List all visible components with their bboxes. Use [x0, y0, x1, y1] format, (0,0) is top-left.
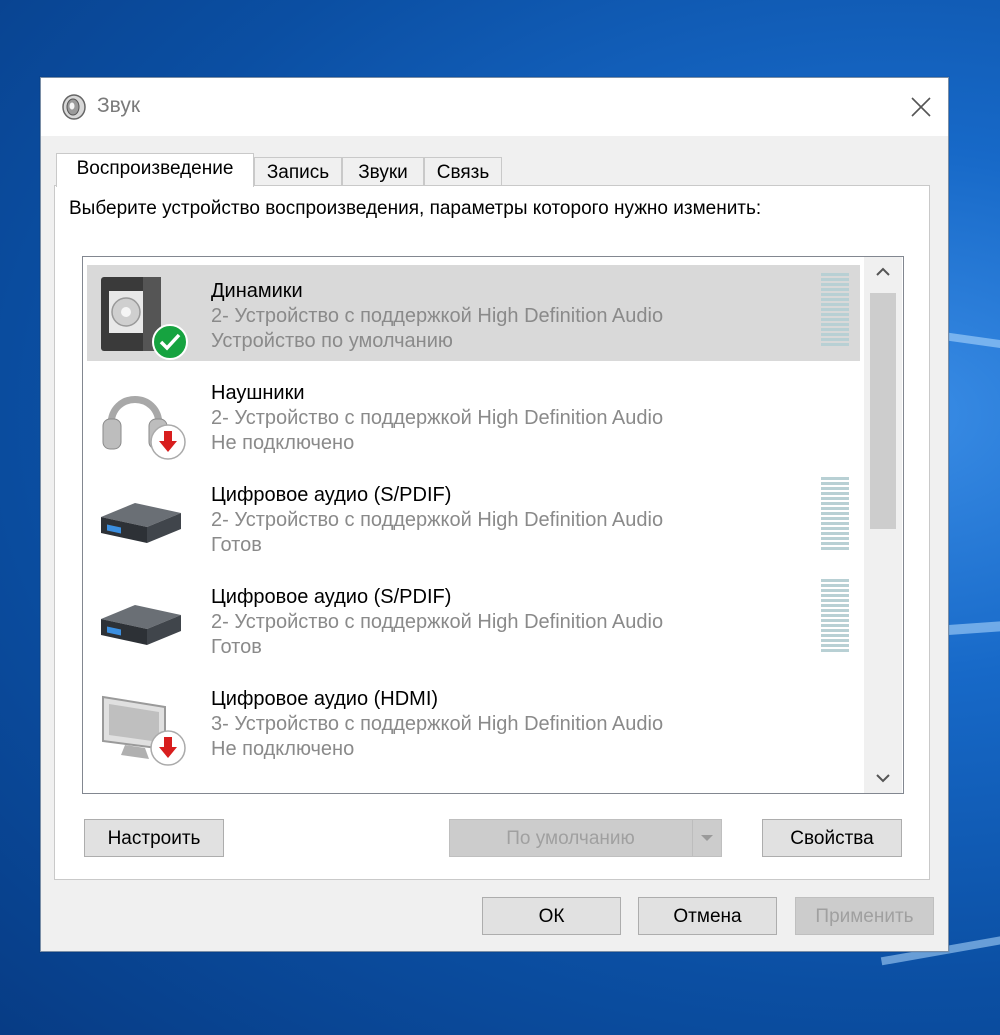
cancel-button[interactable]: Отмена [638, 897, 777, 935]
apply-button[interactable]: Применить [795, 897, 934, 935]
device-name: Цифровое аудио (S/PDIF) [211, 586, 452, 608]
speaker-app-icon [62, 94, 86, 120]
window-title: Звук [97, 94, 141, 117]
device-name: Наушники [211, 382, 305, 404]
disconnected-arrow-icon [150, 730, 186, 766]
tab-sounds[interactable]: Звуки [342, 157, 424, 185]
close-icon[interactable] [902, 88, 940, 126]
device-list[interactable]: Динамики 2- Устройство с поддержкой High… [82, 256, 904, 794]
vertical-scrollbar[interactable] [864, 257, 902, 793]
receiver-icon [101, 503, 181, 543]
device-item[interactable]: Цифровое аудио (S/PDIF) 2- Устройство с … [87, 469, 860, 565]
configure-button[interactable]: Настроить [84, 819, 224, 857]
scroll-down-icon[interactable] [864, 763, 902, 793]
title-bar[interactable]: Звук [41, 78, 948, 136]
device-status: Готов [211, 534, 262, 556]
set-default-label: По умолчанию [506, 828, 635, 849]
dropdown-arrow-icon[interactable] [692, 820, 721, 856]
sound-dialog: Звук Воспроизведение Запись Звуки Связь … [40, 77, 949, 952]
tab-communications[interactable]: Связь [424, 157, 502, 185]
ok-button[interactable]: ОК [482, 897, 621, 935]
device-description: 2- Устройство с поддержкой High Definiti… [211, 611, 664, 633]
device-status: Не подключено [211, 738, 355, 760]
device-description: 2- Устройство с поддержкой High Definiti… [211, 305, 664, 327]
device-item[interactable]: Динамики 2- Устройство с поддержкой High… [87, 265, 860, 361]
device-status: Устройство по умолчанию [211, 330, 453, 352]
default-check-icon [152, 324, 188, 360]
properties-button[interactable]: Свойства [762, 819, 902, 857]
tab-recording[interactable]: Запись [254, 157, 342, 185]
device-description: 2- Устройство с поддержкой High Definiti… [211, 509, 664, 531]
device-name: Цифровое аудио (S/PDIF) [211, 484, 452, 506]
set-default-button[interactable]: По умолчанию [449, 819, 722, 857]
device-description: 2- Устройство с поддержкой High Definiti… [211, 407, 664, 429]
scroll-up-icon[interactable] [864, 257, 902, 287]
receiver-icon [101, 605, 181, 645]
tab-playback[interactable]: Воспроизведение [56, 153, 254, 187]
volume-meter [821, 477, 849, 555]
scrollbar-thumb[interactable] [870, 293, 896, 529]
device-name: Цифровое аудио (HDMI) [211, 688, 439, 710]
volume-meter [821, 579, 849, 657]
device-description: 3- Устройство с поддержкой High Definiti… [211, 713, 664, 735]
device-item[interactable]: Цифровое аудио (S/PDIF) 2- Устройство с … [87, 571, 860, 667]
device-status: Готов [211, 636, 262, 658]
device-status: Не подключено [211, 432, 355, 454]
instruction-text: Выберите устройство воспроизведения, пар… [69, 198, 762, 219]
device-item[interactable]: Наушники 2- Устройство с поддержкой High… [87, 367, 860, 463]
device-name: Динамики [211, 280, 303, 302]
device-item[interactable]: Цифровое аудио (HDMI) 3- Устройство с по… [87, 673, 860, 769]
volume-meter [821, 273, 849, 351]
disconnected-arrow-icon [150, 424, 186, 460]
